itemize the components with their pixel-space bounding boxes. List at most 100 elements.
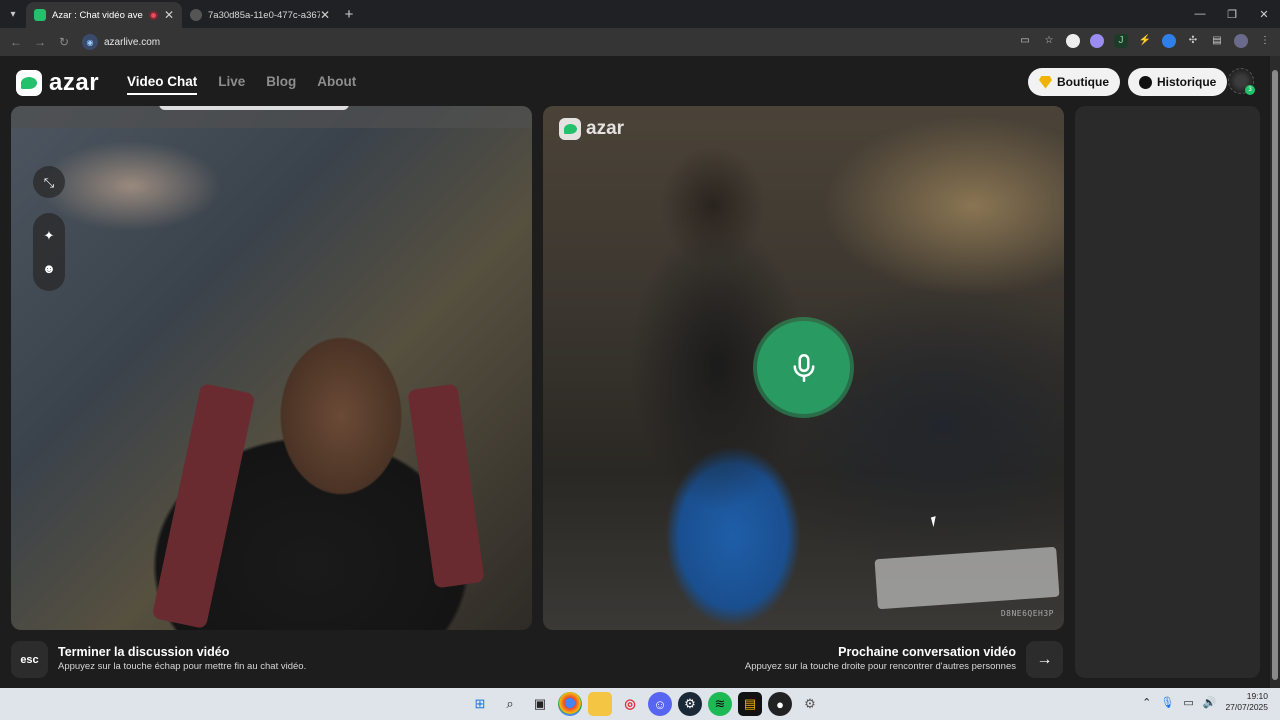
nav-video-chat[interactable]: Video Chat (127, 74, 198, 95)
extension-4-icon[interactable]: ⚡ (1138, 34, 1152, 48)
avatar-badge: 3 (1245, 85, 1255, 95)
backpack-strap (151, 382, 256, 630)
site-info-icon[interactable]: ◉ (82, 34, 98, 50)
historique-button[interactable]: Historique (1128, 68, 1228, 96)
arrow-right-icon: → (1036, 650, 1053, 668)
obs-icon[interactable]: ● (768, 692, 792, 716)
volume-icon[interactable]: 🔊 (1203, 696, 1217, 709)
remote-user-id: D8NE6QEH3P (1000, 609, 1054, 618)
sparkle-effects-icon[interactable]: ✦ (44, 229, 55, 242)
scrollbar-thumb[interactable] (1272, 70, 1278, 680)
maximize-button[interactable]: ❐ (1216, 0, 1248, 28)
gem-icon (1039, 75, 1052, 89)
nav-about[interactable]: About (317, 74, 356, 95)
close-tab-icon[interactable]: ✕ (164, 8, 174, 22)
menu-dots-icon[interactable]: ⋮ (1258, 34, 1272, 48)
boutique-label: Boutique (1057, 75, 1109, 89)
tab-second[interactable]: 7a30d85a-11e0-477c-a367-9bf ✕ (182, 2, 338, 28)
profile-icon[interactable] (1234, 34, 1248, 48)
tab-title: Azar : Chat vidéo avec de n (52, 9, 143, 21)
local-video: ⤡ ✦ ☻ (11, 106, 532, 630)
task-view-icon[interactable]: ▣ (528, 692, 552, 716)
game-app-icon[interactable]: ▤ (738, 692, 762, 716)
window-controls: — ❐ ✕ (1184, 0, 1280, 28)
next-chat-button[interactable]: → (1026, 641, 1063, 678)
discord-icon[interactable]: ☺ (648, 692, 672, 716)
puzzle-icon[interactable]: ✣ (1186, 34, 1200, 48)
logo-text: azar (49, 69, 100, 96)
tray-overflow-chevron-icon[interactable]: ⌃ (1142, 696, 1151, 709)
settings-gear-icon[interactable]: ⚙ (798, 692, 822, 716)
collapse-video-button[interactable]: ⤡ (33, 166, 65, 198)
clock-date: 27/07/2025 (1225, 702, 1268, 712)
url-field[interactable]: ◉ azarlive.com (82, 32, 160, 52)
face-mask-icon[interactable]: ☻ (42, 262, 56, 275)
historique-label: Historique (1157, 75, 1217, 89)
azar-watermark-icon (559, 118, 581, 140)
azar-page: azar Video Chat Live Blog About Boutique… (0, 56, 1270, 688)
extension-1-icon[interactable] (1066, 34, 1080, 48)
next-chat-subtitle: Appuyez sur la touche droite pour rencon… (744, 661, 1016, 672)
azar-favicon-icon (34, 9, 46, 21)
clock-icon (1139, 75, 1152, 89)
azar-watermark: azar (559, 118, 624, 140)
tab-search-chevron-icon[interactable]: ▾ (0, 0, 26, 28)
clock-time: 19:10 (1246, 691, 1268, 701)
azar-logo[interactable]: azar (16, 69, 99, 97)
opera-icon[interactable]: ◎ (618, 692, 642, 716)
globe-favicon-icon (190, 9, 202, 21)
minimize-button[interactable]: — (1184, 0, 1216, 28)
extension-3-icon[interactable]: J (1114, 34, 1128, 48)
steam-icon[interactable]: ⚙ (678, 692, 702, 716)
remote-video: azar D8NE6QEH3P (543, 106, 1064, 630)
tray-microphone-icon[interactable]: 🎙 (1160, 696, 1174, 709)
end-chat-subtitle: Appuyez sur la touche échap pour mettre … (58, 661, 307, 672)
microphone-icon (793, 353, 814, 382)
close-window-button[interactable]: ✕ (1248, 0, 1280, 28)
video-top-pill (159, 106, 349, 110)
windows-taskbar: ⊞ ⌕ ▣ ◎ ☺ ⚙ ≋ ▤ ● ⚙ ⌃ 🎙 ▭ 🔊 19:10 27/07/… (0, 688, 1280, 720)
network-icon[interactable]: ▭ (1183, 696, 1193, 709)
reload-icon[interactable]: ↻ (52, 35, 76, 49)
taskbar-apps: ⊞ ⌕ ▣ ◎ ☺ ⚙ ≋ ▤ ● ⚙ (468, 692, 822, 716)
address-bar: ← → ↻ ◉ azarlive.com ▭ ☆ J ⚡ ✣ ▤ ⋮ (0, 28, 1280, 56)
search-icon[interactable]: ⌕ (498, 692, 522, 716)
forward-arrow-icon[interactable]: → (28, 35, 52, 49)
spotify-icon[interactable]: ≋ (708, 692, 732, 716)
chat-side-panel (1075, 106, 1260, 678)
sidebar-icon[interactable]: ▤ (1210, 34, 1224, 48)
esc-key-button[interactable]: esc (11, 641, 48, 678)
watermark-text: azar (586, 118, 625, 139)
extension-5-icon[interactable] (1162, 34, 1176, 48)
windows-start-icon[interactable]: ⊞ (468, 692, 492, 716)
microphone-button[interactable] (757, 321, 850, 414)
page-scrollbar[interactable] (1270, 56, 1280, 688)
nav-blog[interactable]: Blog (266, 74, 296, 95)
license-plate-blur (874, 546, 1060, 610)
collapse-icon: ⤡ (43, 174, 55, 190)
tab-title: 7a30d85a-11e0-477c-a367-9bf (208, 9, 320, 21)
backpack-strap (407, 383, 485, 589)
system-tray: ⌃ 🎙 ▭ 🔊 19:10 27/07/2025 (1142, 691, 1268, 713)
main-nav: Video Chat Live Blog About (127, 74, 356, 95)
browser-tab-bar: ▾ Azar : Chat vidéo avec de n ✕ 7a30d85a… (0, 0, 1280, 28)
file-explorer-icon[interactable] (588, 692, 612, 716)
close-tab-icon[interactable]: ✕ (320, 8, 330, 22)
next-chat-title: Prochaine conversation vidéo (838, 645, 1016, 659)
azar-logo-icon (16, 70, 42, 96)
bookmark-star-icon[interactable]: ☆ (1042, 34, 1056, 48)
avatar[interactable]: 3 (1228, 68, 1255, 95)
video-effects-toolbar: ✦ ☻ (33, 213, 65, 291)
new-tab-button[interactable]: + (338, 6, 360, 23)
tab-azar[interactable]: Azar : Chat vidéo avec de n ✕ (26, 2, 182, 28)
extension-icons: ▭ ☆ J ⚡ ✣ ▤ ⋮ (1018, 34, 1272, 48)
boutique-button[interactable]: Boutique (1028, 68, 1120, 96)
system-clock[interactable]: 19:10 27/07/2025 (1225, 691, 1268, 713)
cast-icon[interactable]: ▭ (1018, 34, 1032, 48)
end-chat-title: Terminer la discussion vidéo (58, 645, 230, 659)
recording-indicator-icon (148, 10, 158, 20)
back-arrow-icon[interactable]: ← (4, 35, 28, 49)
nav-live[interactable]: Live (218, 74, 245, 95)
chrome-icon[interactable] (558, 692, 582, 716)
extension-2-icon[interactable] (1090, 34, 1104, 48)
